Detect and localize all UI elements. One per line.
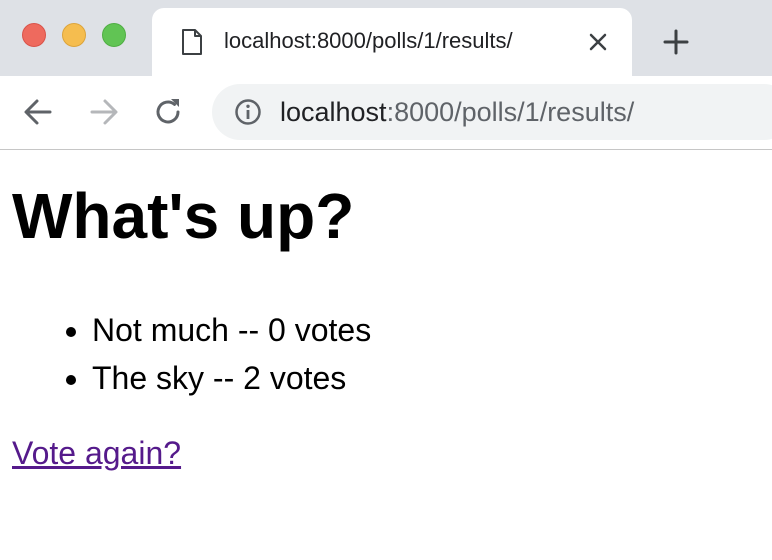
window-maximize-button[interactable] [102,23,126,47]
browser-titlebar: localhost:8000/polls/1/results/ [0,0,772,76]
url-text[interactable]: localhost:8000/polls/1/results/ [280,96,634,128]
arrow-left-icon[interactable] [20,94,56,130]
result-item: Not much -- 0 votes [92,306,371,354]
address-bar[interactable]: localhost:8000/polls/1/results/ [212,84,772,140]
url-host: localhost [280,97,387,127]
browser-toolbar: localhost:8000/polls/1/results/ [0,76,772,150]
result-item: The sky -- 2 votes [92,354,371,402]
info-icon[interactable] [234,98,262,126]
page-title: What's up? [12,180,355,252]
tab-title: localhost:8000/polls/1/results/ [224,28,513,53]
reload-icon[interactable] [150,94,186,130]
browser-tab[interactable]: localhost:8000/polls/1/results/ [152,8,632,76]
page-icon [182,29,202,55]
window-close-button[interactable] [22,23,46,47]
vote-again-link[interactable]: Vote again? [12,433,181,473]
arrow-right-icon[interactable] [86,94,122,130]
window-minimize-button[interactable] [62,23,86,47]
results-list: Not much -- 0 votes The sky -- 2 votes [12,306,371,402]
close-icon[interactable] [586,30,610,54]
plus-icon[interactable] [660,26,692,58]
url-path: :8000/polls/1/results/ [386,97,635,127]
